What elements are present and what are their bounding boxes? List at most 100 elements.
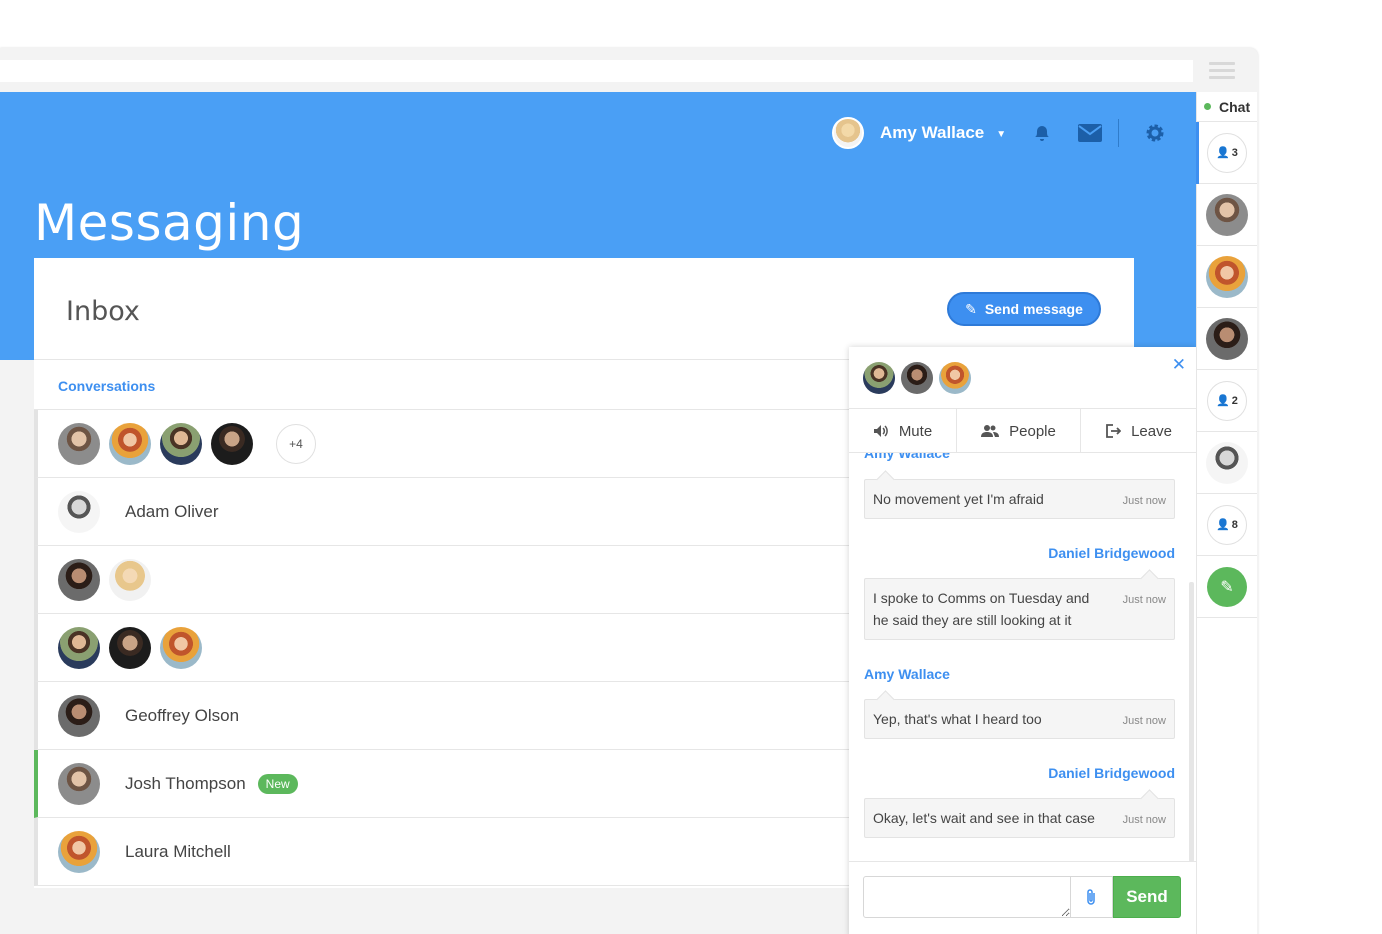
- sidebar-item-group[interactable]: 👤 3: [1196, 122, 1257, 184]
- sidebar-item-contact[interactable]: [1197, 432, 1257, 494]
- message-bubble: I spoke to Comms on Tuesday and he said …: [864, 578, 1175, 640]
- chat-messages: Amy Wallace No movement yet I'm afraid J…: [849, 453, 1196, 859]
- avatar: [58, 762, 100, 805]
- conversation-name: Adam Oliver: [125, 501, 219, 521]
- avatar: [109, 626, 151, 669]
- avatar: [160, 626, 202, 669]
- message-bubble: No movement yet I'm afraid Just now: [864, 479, 1175, 519]
- message-sender: Daniel Bridgewood: [1048, 545, 1175, 561]
- page-title: Messaging: [34, 194, 305, 252]
- message-time: Just now: [1122, 814, 1166, 826]
- user-icon: 👤: [1216, 395, 1230, 407]
- leave-label: Leave: [1131, 422, 1172, 440]
- people-label: People: [1009, 422, 1056, 440]
- user-name[interactable]: Amy Wallace: [880, 123, 984, 143]
- group-count: 8: [1231, 518, 1238, 531]
- message-sender: Amy Wallace: [864, 666, 950, 682]
- avatar: [1206, 441, 1248, 484]
- people-button[interactable]: People: [957, 409, 1081, 453]
- avatar: [58, 626, 100, 669]
- user-icon: 👤: [1216, 147, 1230, 159]
- pencil-icon: ✎: [965, 300, 977, 317]
- mute-label: Mute: [898, 422, 933, 440]
- group-chat-badge: 👤 2: [1207, 380, 1247, 421]
- message-input[interactable]: [863, 876, 1071, 918]
- avatar: [109, 558, 151, 601]
- chat-sidebar-label: Chat: [1219, 98, 1251, 115]
- group-count: 2: [1231, 394, 1238, 407]
- tab-conversations[interactable]: Conversations: [58, 378, 155, 394]
- avatar: [901, 361, 933, 394]
- chat-actions: Mute People Leave: [849, 409, 1196, 453]
- message-time: Just now: [1122, 495, 1166, 507]
- avatar: [109, 422, 151, 465]
- message-bubble: Okay, let's wait and see in that case Ju…: [864, 798, 1175, 838]
- conversation-name: Laura Mitchell: [125, 841, 231, 861]
- paperclip-icon: [1087, 889, 1095, 905]
- avatar: [58, 830, 100, 873]
- avatar: [211, 422, 253, 465]
- avatar: [1206, 317, 1248, 360]
- avatar: [58, 422, 100, 465]
- speaker-icon: [873, 425, 888, 437]
- message-text: Okay, let's wait and see in that case: [873, 810, 1095, 826]
- chat-window: ✕ Mute People Leave Amy Wallace No movem…: [849, 347, 1196, 934]
- caret-down-icon[interactable]: ▼: [996, 129, 1006, 140]
- sidebar-item-new-chat[interactable]: ✎: [1197, 556, 1257, 618]
- sidebar-item-contact[interactable]: [1197, 246, 1257, 308]
- message-time: Just now: [1122, 594, 1166, 606]
- avatar: [160, 422, 202, 465]
- conversation-name: Geoffrey Olson: [125, 705, 240, 725]
- avatar: [1206, 255, 1248, 298]
- send-message-button[interactable]: ✎ Send message: [947, 292, 1101, 326]
- conversation-name: Josh Thompson: [125, 773, 246, 793]
- sidebar-item-group[interactable]: 👤 8: [1197, 494, 1257, 556]
- close-icon[interactable]: ✕: [1172, 355, 1186, 375]
- pencil-icon[interactable]: ✎: [1207, 566, 1247, 607]
- avatar: [863, 361, 895, 394]
- chat-scrollbar[interactable]: [1189, 582, 1194, 862]
- message-sender: Daniel Bridgewood: [1048, 765, 1175, 781]
- hamburger-menu-icon[interactable]: [1209, 62, 1235, 80]
- message-bubble: Yep, that's what I heard too Just now: [864, 699, 1175, 739]
- avatar: [58, 490, 100, 533]
- send-message-label: Send message: [984, 301, 1083, 317]
- message-time: Just now: [1122, 715, 1166, 727]
- mail-icon[interactable]: [1078, 121, 1103, 145]
- avatar[interactable]: [832, 117, 864, 149]
- avatar: [1206, 193, 1248, 236]
- group-chat-badge: 👤 3: [1207, 132, 1247, 173]
- exit-icon: [1106, 424, 1122, 438]
- message-text: No movement yet I'm afraid: [873, 491, 1044, 507]
- user-icon: 👤: [1216, 519, 1230, 531]
- chat-composer: Send: [849, 861, 1196, 934]
- inbox-title: Inbox: [66, 296, 140, 327]
- chat-sidebar: Chat 👤 3 👤 2 👤 8 ✎: [1196, 92, 1257, 934]
- online-status-icon: [1204, 103, 1211, 110]
- chat-sidebar-header: Chat: [1197, 92, 1257, 122]
- avatar: [939, 361, 971, 394]
- sidebar-item-group[interactable]: 👤 2: [1197, 370, 1257, 432]
- notifications-icon[interactable]: [1030, 121, 1054, 145]
- group-chat-badge: 👤 8: [1207, 504, 1247, 545]
- header-divider: [1118, 119, 1120, 147]
- attach-button[interactable]: [1070, 876, 1113, 918]
- more-participants-count: +4: [276, 423, 316, 464]
- message-text: I spoke to Comms on Tuesday and he said …: [873, 590, 1090, 628]
- sidebar-item-contact[interactable]: [1197, 308, 1257, 370]
- chat-participants: ✕: [849, 347, 1196, 409]
- new-badge: New: [257, 773, 298, 794]
- avatar: [58, 558, 100, 601]
- group-count: 3: [1231, 146, 1238, 159]
- message-sender: Amy Wallace: [864, 453, 950, 461]
- inbox-header: Inbox ✎ Send message: [34, 258, 1134, 360]
- avatar: [58, 694, 100, 737]
- mute-button[interactable]: Mute: [849, 409, 957, 453]
- leave-button[interactable]: Leave: [1081, 409, 1196, 453]
- user-menu[interactable]: Amy Wallace ▼: [832, 117, 1167, 149]
- address-bar[interactable]: [0, 60, 1193, 82]
- message-text: Yep, that's what I heard too: [873, 711, 1042, 727]
- sidebar-item-contact[interactable]: [1197, 184, 1257, 246]
- send-button[interactable]: Send: [1113, 876, 1181, 918]
- gear-icon[interactable]: [1143, 121, 1167, 145]
